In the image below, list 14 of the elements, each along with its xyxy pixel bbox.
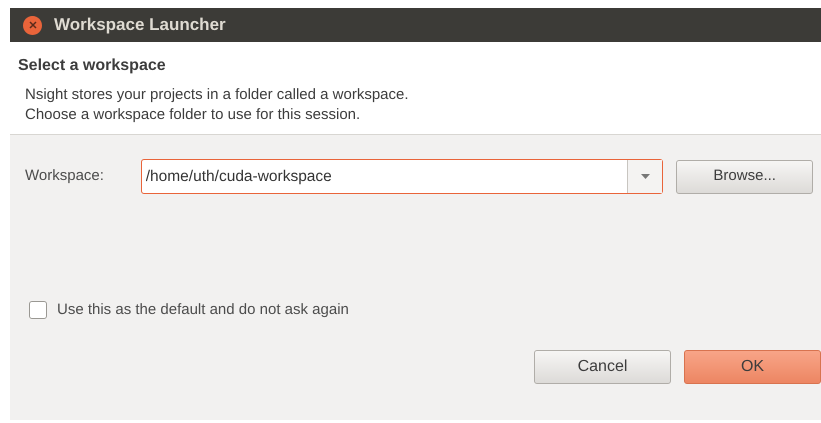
close-button[interactable]: [23, 16, 42, 34]
caret-icon: [640, 174, 650, 179]
workspace-label: Workspace:: [25, 166, 105, 186]
description-text: Nsight stores your projects in a folder called a workspace.: [25, 85, 410, 105]
description-text: Choose a workspace folder to use for this session.: [25, 105, 362, 125]
window-title: Workspace Launcher: [54, 14, 226, 36]
ok-button[interactable]: OK: [684, 350, 821, 384]
default-checkbox[interactable]: [29, 301, 47, 320]
cancel-button[interactable]: Cancel: [534, 350, 671, 384]
close-icon: [28, 21, 36, 29]
checkbox-label: Use this as the default and do not ask again: [57, 300, 349, 320]
dropdown-button[interactable]: [627, 160, 662, 193]
header-title: Select a workspace: [18, 56, 167, 76]
browse-button[interactable]: Browse...: [676, 160, 814, 194]
